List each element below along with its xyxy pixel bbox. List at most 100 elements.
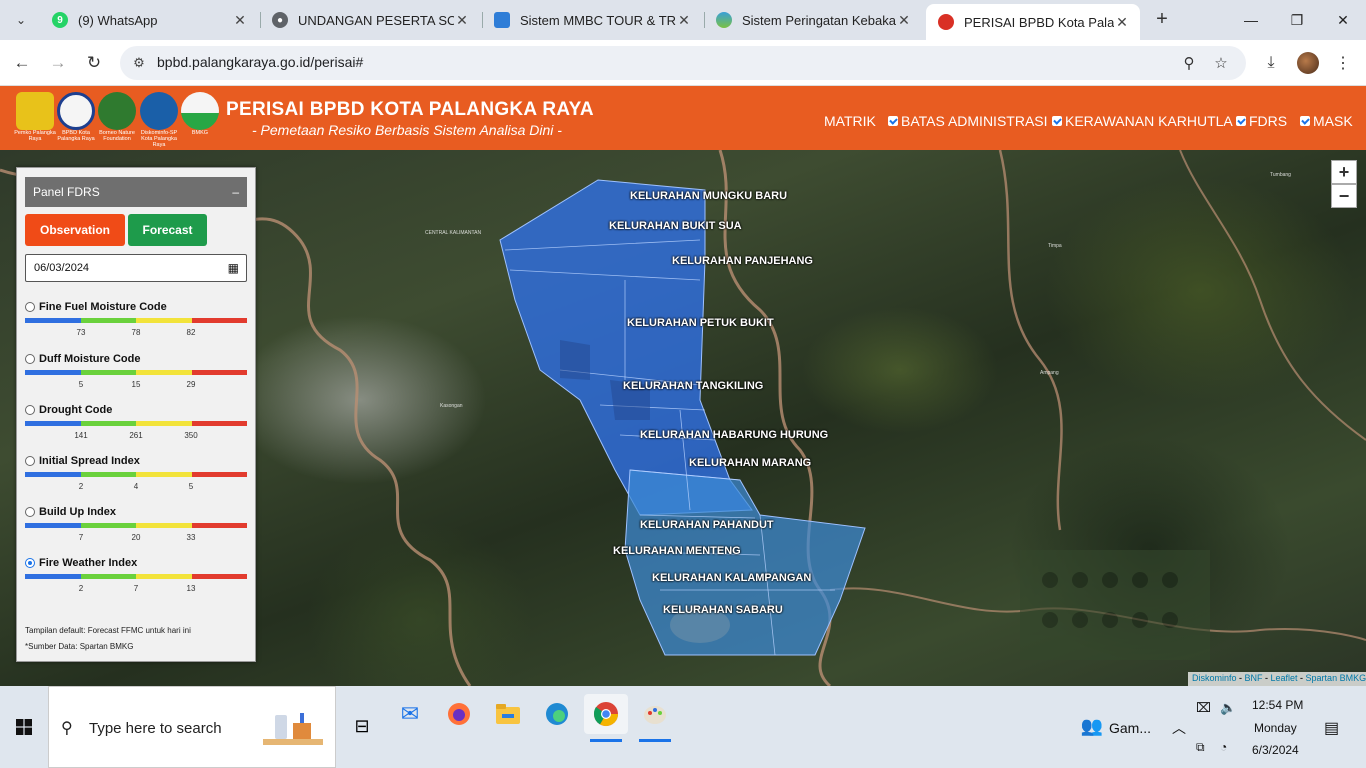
radio-isi[interactable] — [25, 456, 35, 466]
forward-arrow-icon[interactable]: → — [44, 49, 72, 77]
toggle-fdrs[interactable]: FDRS — [1236, 113, 1287, 129]
close-tab-icon[interactable]: ✕ — [232, 12, 248, 29]
close-tab-icon[interactable]: ✕ — [896, 12, 912, 29]
nav-matrik[interactable]: MATRIK — [824, 113, 876, 129]
notification-center-icon[interactable]: ▤ — [1324, 718, 1339, 738]
date-input[interactable]: 06/03/2024 ▦ — [25, 254, 247, 282]
index-ffmc[interactable]: Fine Fuel Moisture Code 73 78 82 — [25, 301, 247, 345]
paint-app-icon[interactable] — [633, 694, 677, 742]
zoom-magnifier-icon[interactable]: ⚲ — [1178, 52, 1200, 74]
attribution-spartan-link[interactable]: Spartan BMKG — [1306, 673, 1366, 683]
task-view-icon[interactable]: ⊟ — [340, 706, 384, 746]
index-color-scale — [25, 421, 247, 426]
kelurahan-label[interactable]: KELURAHAN TANGKILING — [623, 380, 763, 392]
index-color-scale — [25, 523, 247, 528]
index-dc[interactable]: Drought Code 141 261 350 — [25, 404, 247, 448]
radio-dmc[interactable] — [25, 354, 35, 364]
reload-icon[interactable]: ↻ — [80, 49, 108, 77]
zoom-in-button[interactable]: + — [1331, 160, 1357, 184]
url-text[interactable]: bpbd.palangkaraya.go.id/perisai# — [157, 54, 363, 70]
close-tab-icon[interactable]: ✕ — [676, 12, 692, 29]
attribution-separator: - — [1262, 673, 1271, 683]
site-subtitle: - Pemetaan Resiko Berbasis Sistem Analis… — [252, 122, 562, 138]
game-bar-label[interactable]: Gam... — [1109, 720, 1151, 736]
minimize-window-icon[interactable]: — — [1228, 0, 1274, 40]
radio-dc[interactable] — [25, 405, 35, 415]
attribution-diskominfo-link[interactable]: Diskominfo — [1192, 673, 1237, 683]
calendar-icon[interactable]: ▦ — [228, 255, 239, 281]
date-value: 06/03/2024 — [34, 262, 90, 274]
close-window-icon[interactable]: ✕ — [1320, 0, 1366, 40]
volume-icon[interactable]: 🔈 — [1220, 700, 1236, 716]
meet-now-icon[interactable]: ⧉ — [1196, 740, 1205, 755]
forecast-button[interactable]: Forecast — [128, 214, 207, 246]
zoom-out-button[interactable]: − — [1331, 184, 1357, 208]
kelurahan-label[interactable]: KELURAHAN MARANG — [689, 457, 811, 469]
back-arrow-icon[interactable]: ← — [8, 49, 36, 77]
checkbox-checked-icon[interactable] — [1236, 116, 1246, 126]
kelurahan-label[interactable]: KELURAHAN BUKIT SUA — [609, 220, 742, 232]
address-bar[interactable]: ⚙ bpbd.palangkaraya.go.id/perisai# ⚲ ☆ — [120, 46, 1246, 80]
file-explorer-icon[interactable] — [486, 694, 530, 734]
firefox-app-icon[interactable] — [437, 694, 481, 734]
checkbox-checked-icon[interactable] — [888, 116, 898, 126]
radio-fwi-selected[interactable] — [25, 558, 35, 568]
map-place-label: Tumbang — [1270, 172, 1291, 178]
attribution-leaflet-link[interactable]: Leaflet — [1271, 673, 1298, 683]
index-dmc[interactable]: Duff Moisture Code 5 15 29 — [25, 353, 247, 397]
tab-search-chevron-icon[interactable]: ⌄ — [8, 8, 34, 32]
toggle-batas-administrasi[interactable]: BATAS ADMINISTRASI — [888, 113, 1048, 129]
kelurahan-label[interactable]: KELURAHAN PAHANDUT — [640, 519, 774, 531]
toggle-mask[interactable]: MASK — [1300, 113, 1353, 129]
kelurahan-label[interactable]: KELURAHAN HABARUNG HURUNG — [640, 429, 828, 441]
show-hidden-icons-chevron-icon[interactable]: ︿ — [1172, 718, 1186, 738]
chrome-browser-icon[interactable] — [584, 694, 628, 742]
scale-tick: 7 — [78, 533, 84, 542]
tab-perisai[interactable]: PERISAI BPBD Kota Palangka ✕ — [926, 4, 1140, 40]
logo-caption: BPBD Kota Palangka Raya — [57, 130, 95, 142]
close-tab-icon[interactable]: ✕ — [1114, 14, 1130, 31]
observation-button[interactable]: Observation — [25, 214, 125, 246]
radio-bui[interactable] — [25, 507, 35, 517]
tab-whatsapp[interactable]: 9 (9) WhatsApp ✕ — [40, 4, 258, 36]
minimize-panel-button[interactable]: – — [232, 177, 239, 207]
mail-app-icon[interactable]: ✉ — [388, 694, 432, 734]
map-attribution: Diskominfo - BNF - Leaflet - Spartan BMK… — [1188, 672, 1366, 686]
kelurahan-label[interactable]: KELURAHAN MUNGKU BARU — [630, 190, 787, 202]
wifi-icon[interactable]: ◔ — [1220, 740, 1227, 754]
kelurahan-label[interactable]: KELURAHAN PETUK BUKIT — [627, 317, 774, 329]
taskbar-search-box[interactable]: ⚲ Type here to search — [48, 686, 336, 768]
tray-network-status-icon[interactable]: ⌧ — [1196, 700, 1211, 716]
edge-browser-icon[interactable] — [535, 694, 579, 734]
index-bui[interactable]: Build Up Index 7 20 33 — [25, 506, 247, 550]
index-isi[interactable]: Initial Spread Index 2 4 5 — [25, 455, 247, 499]
close-tab-icon[interactable]: ✕ — [454, 12, 470, 29]
download-icon[interactable]: ⤓ — [1258, 50, 1284, 76]
kelurahan-label[interactable]: KELURAHAN MENTENG — [613, 545, 741, 557]
search-placeholder: Type here to search — [89, 720, 222, 737]
clock-time[interactable]: 12:54 PM — [1252, 698, 1303, 712]
checkbox-checked-icon[interactable] — [1052, 116, 1062, 126]
kelurahan-label[interactable]: KELURAHAN SABARU — [663, 604, 783, 616]
index-name: Initial Spread Index — [39, 455, 140, 467]
windows-start-icon[interactable] — [0, 686, 48, 768]
attribution-bnf-link[interactable]: BNF — [1245, 673, 1263, 683]
index-fwi[interactable]: Fire Weather Index 2 7 13 — [25, 557, 247, 601]
profile-avatar[interactable] — [1297, 52, 1319, 74]
new-tab-plus-icon[interactable]: + — [1150, 8, 1174, 32]
kelurahan-label[interactable]: KELURAHAN KALAMPANGAN — [652, 572, 811, 584]
toggle-kerawanan-karhutla[interactable]: KERAWANAN KARHUTLA — [1052, 113, 1233, 129]
tab-mmbc[interactable]: Sistem MMBC TOUR & TRAV ✕ — [482, 4, 702, 36]
game-bar-icon[interactable]: 👥 — [1070, 706, 1114, 746]
tab-undangan[interactable]: ● UNDANGAN PESERTA SOS T ✕ — [260, 4, 480, 36]
kelurahan-label[interactable]: KELURAHAN PANJEHANG — [672, 255, 813, 267]
clock-date[interactable]: 6/3/2024 — [1252, 743, 1299, 757]
clock-day[interactable]: Monday — [1254, 721, 1297, 735]
checkbox-checked-icon[interactable] — [1300, 116, 1310, 126]
bookmark-star-icon[interactable]: ☆ — [1210, 52, 1232, 74]
restore-window-icon[interactable]: ❐ — [1274, 0, 1320, 40]
radio-ffmc[interactable] — [25, 302, 35, 312]
menu-kebab-icon[interactable]: ⋮ — [1330, 50, 1356, 76]
site-settings-icon[interactable]: ⚙ — [128, 52, 150, 74]
tab-peringatan[interactable]: Sistem Peringatan Kebakaran ✕ — [704, 4, 922, 36]
